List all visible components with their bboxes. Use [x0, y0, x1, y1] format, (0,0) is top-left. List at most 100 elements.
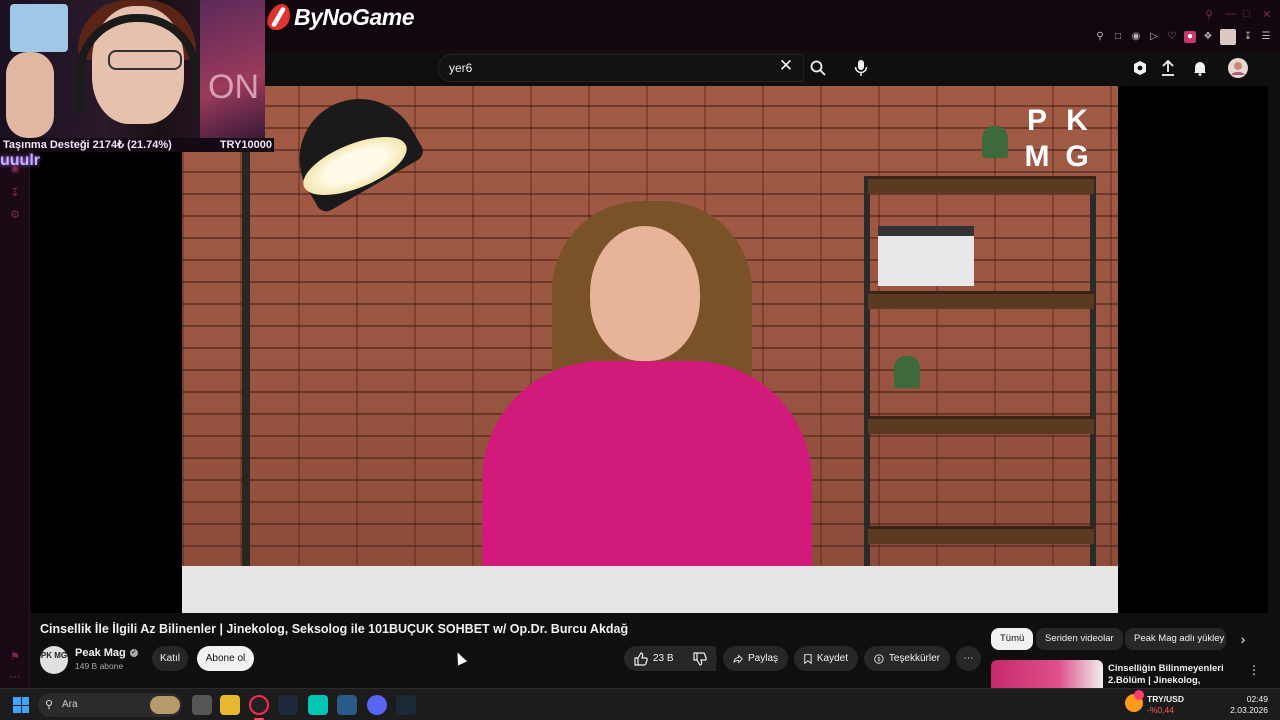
search-button[interactable] — [802, 54, 834, 82]
heart-icon[interactable]: ♡ — [1166, 31, 1178, 43]
dislike-button[interactable] — [685, 646, 717, 671]
channel-name[interactable]: Peak Mag — [75, 647, 126, 659]
shelf-post-left — [864, 176, 870, 613]
clear-search-icon[interactable]: ✕ — [776, 56, 796, 76]
search-icon: ⚲ — [45, 699, 54, 711]
lamp-pole — [242, 86, 250, 566]
streamer-webcam: ON — [0, 0, 265, 138]
sidebar-settings-icon[interactable]: ⚙ — [8, 208, 22, 222]
share-label: Paylaş — [747, 653, 778, 664]
thanks-label: Teşekkürler — [888, 653, 940, 664]
screen: ByNoGame ⚲ — □ ✕ ⚲ □ ◉ ▷ ♡ ● ❖ ↧ ☰ ◉ ↧ ⚙… — [0, 0, 1280, 720]
chip-all[interactable]: Tümü — [991, 628, 1034, 650]
close-window-icon[interactable]: ✕ — [1262, 8, 1271, 21]
upload-button[interactable] — [1158, 58, 1178, 78]
file-explorer-icon[interactable] — [220, 695, 240, 715]
verified-icon: ✓ — [129, 649, 138, 657]
cam-sign-text: ON — [208, 68, 259, 106]
shelf-post-right — [1090, 176, 1096, 613]
thumbs-up-icon — [634, 651, 648, 666]
browser-brand: ByNoGame — [265, 2, 414, 32]
more-actions-button[interactable]: ⋯ — [956, 646, 981, 671]
thanks-button[interactable]: $ Teşekkürler — [864, 646, 950, 671]
donation-text: Taşınma Desteği 2174₺ (21.74%) — [3, 139, 172, 151]
network-app-icon[interactable] — [337, 695, 357, 715]
presenter-body — [482, 361, 812, 591]
clapperboard — [878, 226, 974, 286]
taskbar-search[interactable]: ⚲ Ara — [38, 693, 182, 717]
share-icon — [733, 653, 743, 664]
channel-name-row[interactable]: Peak Mag ✓ — [75, 647, 138, 659]
recommendation-thumbnail[interactable] — [991, 660, 1103, 688]
share-button[interactable]: Paylaş — [723, 646, 788, 671]
video-title: Cinsellik İle İlgili Az Bilinenler | Jin… — [40, 622, 629, 636]
extension-pink-icon[interactable]: ● — [1184, 31, 1196, 43]
save-button[interactable]: Kaydet — [794, 646, 858, 671]
steam-icon[interactable] — [278, 695, 298, 715]
donation-target: TRY10000 — [219, 139, 272, 151]
channel-avatar[interactable]: PK MG — [40, 646, 68, 674]
discord-icon[interactable] — [367, 695, 387, 715]
upload-icon — [1162, 60, 1174, 76]
join-button[interactable]: Katıl — [152, 646, 188, 671]
donation-goal-bar: Taşınma Desteği 2174₺ (21.74%) TRY10000 — [0, 138, 274, 152]
menu-icon[interactable]: ☰ — [1260, 31, 1272, 43]
microphone-icon — [854, 60, 868, 76]
bookmark-icon — [804, 653, 812, 664]
bell-icon — [1194, 62, 1206, 76]
glasses — [108, 50, 182, 70]
watermark-letter: P — [1026, 104, 1047, 137]
fx-pair[interactable]: TRY/USD — [1147, 694, 1184, 704]
mouse-cursor-icon — [452, 650, 468, 666]
pkmag-watermark: P K M G — [1018, 104, 1096, 180]
fx-change: -%0,44 — [1147, 705, 1174, 715]
more-vertical-icon[interactable]: ⋮ — [1248, 662, 1260, 678]
chevron-right-icon[interactable]: › — [1234, 630, 1252, 648]
video-frame[interactable]: P K M G — [182, 86, 1118, 613]
gamepad-button[interactable] — [1130, 58, 1150, 78]
video-player[interactable]: P K M G — [30, 86, 1268, 613]
maximize-icon[interactable]: □ — [1243, 8, 1250, 20]
watermark-letter: G — [1065, 140, 1089, 173]
snapshot-icon[interactable]: □ — [1112, 31, 1124, 43]
download-icon[interactable]: ↧ — [1242, 31, 1254, 43]
chip-series[interactable]: Seriden videolar — [1036, 628, 1123, 650]
search-icon — [810, 60, 826, 76]
profile-avatar[interactable] — [1220, 29, 1236, 45]
sidebar-more-icon[interactable]: ⋯ — [8, 670, 22, 684]
subscriber-count: 149 B abone — [75, 661, 124, 671]
task-view-icon[interactable] — [192, 695, 212, 715]
presenter-face — [590, 226, 700, 361]
brand-name: ByNoGame — [294, 3, 414, 30]
save-label: Kaydet — [816, 653, 848, 664]
clock-time: 02:49 — [1246, 694, 1268, 704]
search-input[interactable]: yer6 — [438, 54, 804, 82]
sidebar-download-icon[interactable]: ↧ — [8, 186, 22, 200]
subscribe-button[interactable]: Abone ol — [197, 646, 254, 671]
search-window-icon[interactable]: ⚲ — [1205, 8, 1213, 21]
kick-app-icon[interactable] — [308, 695, 328, 715]
extensions-row: ⚲ □ ◉ ▷ ♡ ● ❖ ↧ ☰ — [1094, 29, 1272, 45]
steam-icon-2[interactable] — [396, 695, 416, 715]
search-highlight-image — [150, 696, 180, 714]
account-avatar[interactable] — [1228, 58, 1248, 78]
gamepad-icon — [1134, 61, 1146, 75]
vpn-icon[interactable]: ◉ — [1130, 31, 1142, 43]
opera-gx-icon[interactable] — [249, 695, 269, 715]
shelf-board — [868, 526, 1094, 544]
sidebar-flag-icon[interactable]: ⚑ — [8, 650, 22, 664]
like-count: 23 B — [653, 653, 674, 664]
super-thanks-icon: $ — [874, 653, 884, 664]
puzzle-icon[interactable]: ❖ — [1202, 31, 1214, 43]
minimize-icon[interactable]: — — [1225, 8, 1236, 20]
pin-icon[interactable]: ⚲ — [1094, 31, 1106, 43]
neon-overlay-text: uuulr — [0, 152, 40, 169]
voice-search-button[interactable] — [846, 54, 876, 82]
thumbs-down-icon — [693, 651, 707, 666]
notifications-button[interactable] — [1190, 58, 1210, 78]
chip-uploader[interactable]: Peak Mag adlı yükley — [1125, 628, 1226, 650]
svg-text:$: $ — [877, 657, 881, 663]
system-clock[interactable]: 02:49 2.03.2026 — [1230, 694, 1268, 716]
player-icon[interactable]: ▷ — [1148, 31, 1160, 43]
windows-start-icon[interactable] — [13, 697, 29, 713]
